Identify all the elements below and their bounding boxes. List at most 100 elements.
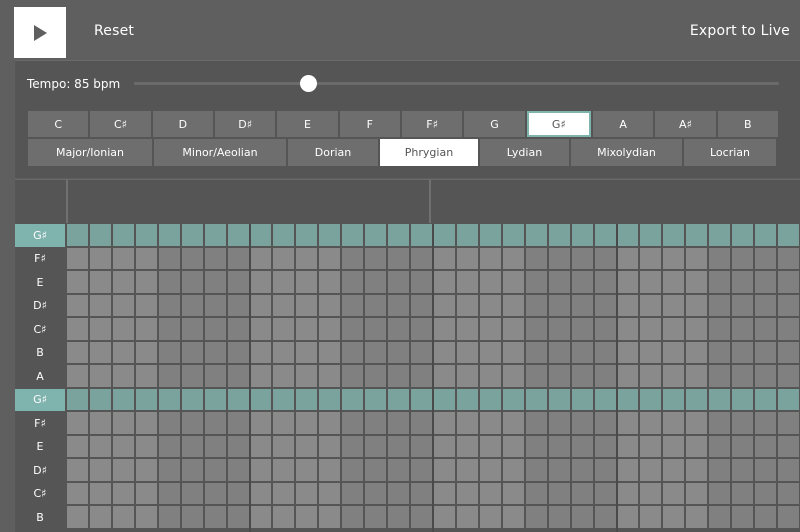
grid-cell[interactable] xyxy=(548,435,570,457)
grid-cell[interactable] xyxy=(89,506,111,528)
grid-cell[interactable] xyxy=(778,388,799,410)
grid-cell[interactable] xyxy=(479,506,501,528)
grid-cell[interactable] xyxy=(135,341,157,363)
grid-cell[interactable] xyxy=(778,224,799,246)
grid-cell[interactable] xyxy=(388,247,410,269)
grid-cell[interactable] xyxy=(273,412,295,434)
grid-cell[interactable] xyxy=(158,271,180,293)
grid-cell[interactable] xyxy=(204,247,226,269)
grid-cell[interactable] xyxy=(158,412,180,434)
grid-cell[interactable] xyxy=(112,224,134,246)
grid-cell[interactable] xyxy=(548,506,570,528)
grid-cell[interactable] xyxy=(89,294,111,316)
grid-cell[interactable] xyxy=(158,506,180,528)
grid-cell[interactable] xyxy=(663,459,685,481)
grid-cell[interactable] xyxy=(755,341,777,363)
grid-cell[interactable] xyxy=(296,318,318,340)
grid-cell[interactable] xyxy=(181,388,203,410)
grid-cell[interactable] xyxy=(411,388,432,410)
grid-cell[interactable] xyxy=(755,482,777,504)
mode-button[interactable]: Locrian xyxy=(684,139,776,166)
grid-cell[interactable] xyxy=(365,459,387,481)
grid-cell[interactable] xyxy=(434,435,455,457)
grid-cell[interactable] xyxy=(158,459,180,481)
grid-cell[interactable] xyxy=(388,271,410,293)
grid-cell[interactable] xyxy=(640,271,662,293)
grid-cell[interactable] xyxy=(411,459,432,481)
grid-cell[interactable] xyxy=(479,365,501,387)
grid-cell[interactable] xyxy=(250,271,272,293)
grid-cell[interactable] xyxy=(227,247,249,269)
grid-cell[interactable] xyxy=(296,388,318,410)
grid-cell[interactable] xyxy=(411,341,432,363)
grid-cell[interactable] xyxy=(411,412,432,434)
grid-cell[interactable] xyxy=(67,482,88,504)
grid-cell[interactable] xyxy=(663,482,685,504)
grid-cell[interactable] xyxy=(778,294,799,316)
grid-cell[interactable] xyxy=(617,365,639,387)
grid-cell[interactable] xyxy=(204,294,226,316)
grid-cell[interactable] xyxy=(502,506,524,528)
grid-cell[interactable] xyxy=(67,459,88,481)
grid-cell[interactable] xyxy=(778,412,799,434)
grid-cell[interactable] xyxy=(319,435,341,457)
grid-cell[interactable] xyxy=(594,482,616,504)
grid-cell[interactable] xyxy=(709,365,731,387)
grid-cell[interactable] xyxy=(686,271,708,293)
grid-cell[interactable] xyxy=(732,271,754,293)
grid-cell[interactable] xyxy=(204,388,226,410)
grid-cell[interactable] xyxy=(250,388,272,410)
grid-cell[interactable] xyxy=(732,388,754,410)
grid-cell[interactable] xyxy=(227,412,249,434)
grid-cell[interactable] xyxy=(67,365,88,387)
grid-cell[interactable] xyxy=(640,435,662,457)
mode-button[interactable]: Major/Ionian xyxy=(28,139,152,166)
grid-cell[interactable] xyxy=(181,247,203,269)
grid-cell[interactable] xyxy=(709,506,731,528)
grid-cell[interactable] xyxy=(571,459,593,481)
grid-cell[interactable] xyxy=(456,341,478,363)
grid-cell[interactable] xyxy=(640,318,662,340)
grid-cell[interactable] xyxy=(479,294,501,316)
grid-cell[interactable] xyxy=(778,506,799,528)
grid-cell[interactable] xyxy=(388,318,410,340)
grid-cell[interactable] xyxy=(778,271,799,293)
grid-cell[interactable] xyxy=(365,506,387,528)
key-button[interactable]: A♯ xyxy=(655,111,716,137)
grid-cell[interactable] xyxy=(227,435,249,457)
grid-cell[interactable] xyxy=(548,247,570,269)
grid-cell[interactable] xyxy=(617,459,639,481)
grid-cell[interactable] xyxy=(502,412,524,434)
grid-cell[interactable] xyxy=(525,435,547,457)
grid-cell[interactable] xyxy=(571,412,593,434)
grid-cell[interactable] xyxy=(548,459,570,481)
grid-cell[interactable] xyxy=(181,365,203,387)
grid-cell[interactable] xyxy=(388,341,410,363)
grid-cell[interactable] xyxy=(778,459,799,481)
grid-cell[interactable] xyxy=(617,482,639,504)
grid-cell[interactable] xyxy=(319,388,341,410)
grid-cell[interactable] xyxy=(663,365,685,387)
grid-cell[interactable] xyxy=(411,482,432,504)
grid-cell[interactable] xyxy=(365,318,387,340)
grid-cell[interactable] xyxy=(204,341,226,363)
grid-cell[interactable] xyxy=(204,506,226,528)
grid-cell[interactable] xyxy=(67,341,88,363)
grid-cell[interactable] xyxy=(525,318,547,340)
grid-cell[interactable] xyxy=(686,341,708,363)
grid-cell[interactable] xyxy=(250,506,272,528)
grid-cell[interactable] xyxy=(365,224,387,246)
grid-cell[interactable] xyxy=(755,271,777,293)
grid-cell[interactable] xyxy=(594,365,616,387)
grid-cell[interactable] xyxy=(640,482,662,504)
grid-cell[interactable] xyxy=(319,247,341,269)
grid-cell[interactable] xyxy=(686,388,708,410)
mode-button[interactable]: Phrygian xyxy=(380,139,478,166)
grid-cell[interactable] xyxy=(67,224,88,246)
grid-cell[interactable] xyxy=(89,224,111,246)
grid-cell[interactable] xyxy=(571,482,593,504)
grid-cell[interactable] xyxy=(112,435,134,457)
grid-cell[interactable] xyxy=(365,294,387,316)
grid-cell[interactable] xyxy=(135,435,157,457)
grid-cell[interactable] xyxy=(204,412,226,434)
